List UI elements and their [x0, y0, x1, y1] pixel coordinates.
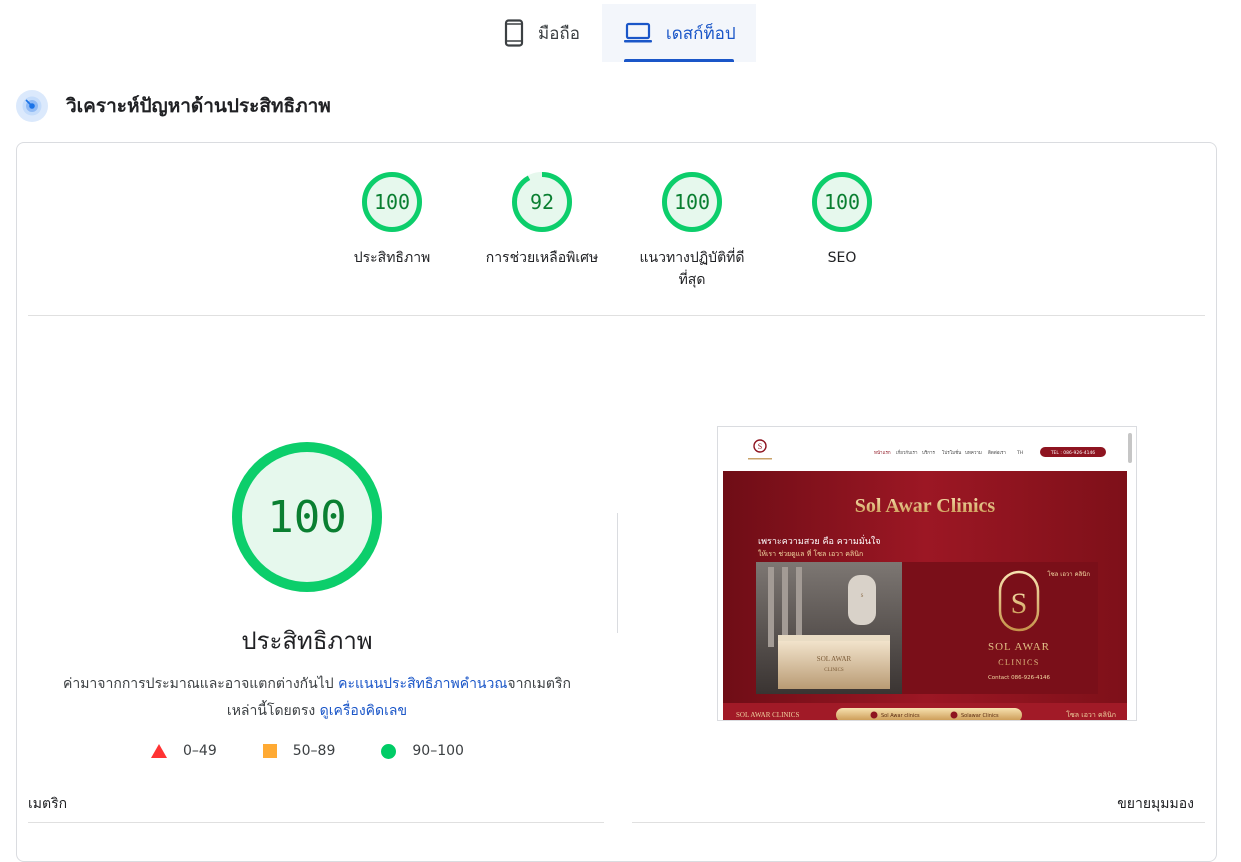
- legend-item-fail: 0–49: [151, 743, 217, 759]
- legend-range: 90–100: [412, 743, 464, 759]
- scrollbar: [1128, 433, 1132, 463]
- site-nav-item: ติดต่อเรา: [988, 450, 1007, 456]
- gauge-score: 100: [824, 190, 860, 214]
- svg-text:S: S: [758, 442, 762, 451]
- legend-range: 0–49: [183, 743, 217, 759]
- category-gauges: 100 ประสิทธิภาพ 92 การช่วยเหลือพิเศษ 100…: [17, 171, 1216, 301]
- score-legend: 0–49 50–89 90–100: [151, 743, 510, 759]
- footer-brand-th: โซล เอวา คลินิก: [1066, 710, 1116, 719]
- gauge-best-practices[interactable]: 100 แนวทางปฏิบัติที่ดีที่สุด: [627, 171, 757, 291]
- clinic-brand: SOL AWAR: [988, 641, 1050, 653]
- svg-text:S: S: [861, 594, 864, 599]
- legend-range: 50–89: [292, 743, 336, 759]
- square-icon: [262, 744, 277, 758]
- gauge-label: แนวทางปฏิบัติที่ดีที่สุด: [639, 250, 745, 288]
- tab-desktop-label: เดสก์ท็อป: [665, 23, 736, 44]
- hero-title: Sol Awar Clinics: [855, 495, 996, 517]
- tab-desktop[interactable]: เดสก์ท็อป: [601, 4, 756, 62]
- footer-facebook: Sol Awar clinics: [881, 713, 920, 719]
- legend-item-pass: 90–100: [381, 743, 464, 759]
- gauge-accessibility[interactable]: 92 การช่วยเหลือพิเศษ: [477, 171, 607, 269]
- metrics-heading: เมตริก: [28, 796, 68, 812]
- score-calculation-link[interactable]: คะแนนประสิทธิภาพคำนวณ: [338, 676, 507, 692]
- performance-gauge: 100: [232, 442, 382, 592]
- desk-brand: SOL AWAR: [817, 655, 852, 663]
- site-nav-item: เกี่ยวกับเรา: [896, 449, 918, 456]
- gauge-label: SEO: [827, 250, 857, 266]
- final-screenshot[interactable]: S หน้าแรก เกี่ยวกับเรา บริการ โปรโมชั่น …: [717, 426, 1137, 721]
- triangle-icon: [151, 744, 167, 758]
- vertical-divider: [617, 513, 618, 633]
- screenshot-image: S หน้าแรก เกี่ยวกับเรา บริการ โปรโมชั่น …: [718, 427, 1136, 720]
- site-nav-item: โปรโมชั่น: [942, 449, 961, 456]
- gauge-score: 92: [530, 190, 554, 214]
- report-card: 100 ประสิทธิภาพ 92 การช่วยเหลือพิเศษ 100…: [16, 142, 1217, 862]
- expand-view-toggle[interactable]: ขยายมุมมอง: [1117, 793, 1194, 815]
- gauge-ring: 100: [362, 172, 422, 232]
- footer-instagram: Solawar Clinics: [961, 713, 999, 719]
- svg-text:S: S: [1011, 587, 1028, 620]
- gauge-performance[interactable]: 100 ประสิทธิภาพ: [327, 171, 457, 269]
- instagram-icon: [950, 711, 958, 719]
- performance-score: 100: [267, 492, 346, 543]
- gauge-label: ประสิทธิภาพ: [353, 250, 431, 266]
- performance-title: ประสิทธิภาพ: [241, 627, 373, 655]
- clinic-brand-th: โซล เอวา คลินิก: [1047, 570, 1090, 578]
- divider: [28, 822, 604, 823]
- gauge-ring: 100: [812, 172, 872, 232]
- divider: [632, 822, 1205, 823]
- desk-brand: CLINICS: [824, 668, 844, 673]
- site-nav-item: TH: [1016, 450, 1023, 456]
- section-title: วิเคราะห์ปัญหาด้านประสิทธิภาพ: [66, 95, 331, 117]
- tab-mobile-label: มือถือ: [538, 23, 580, 44]
- gauge-score: 100: [374, 190, 410, 214]
- gauge-seo[interactable]: 100 SEO: [777, 171, 907, 269]
- site-nav-item: บทความ: [965, 451, 982, 456]
- performance-description: ค่ามาจากการประมาณและอาจแตกต่างกันไป คะแน…: [57, 671, 577, 725]
- smartphone-icon: [504, 19, 524, 47]
- hero-subtagline: ให้เรา ช่วยดูแล ที่ โซล เอวา คลินิก: [758, 549, 863, 558]
- gauge-ring: 100: [662, 172, 722, 232]
- divider: [28, 315, 1205, 316]
- tab-mobile[interactable]: มือถือ: [490, 4, 602, 62]
- footer-brand: SOL AWAR CLINICS: [736, 711, 799, 719]
- section-header: วิเคราะห์ปัญหาด้านประสิทธิภาพ: [16, 90, 331, 122]
- legend-item-average: 50–89: [262, 743, 336, 759]
- clinic-brand: CLINICS: [998, 658, 1040, 667]
- desc-text: ค่ามาจากการประมาณและอาจแตกต่างกันไป: [62, 676, 339, 692]
- calculator-link[interactable]: ดูเครื่องคิดเลข: [320, 703, 407, 719]
- circle-icon: [381, 743, 397, 759]
- site-nav-item: หน้าแรก: [874, 450, 891, 456]
- gauge-ring: 92: [512, 172, 572, 232]
- gauge-label: การช่วยเหลือพิเศษ: [485, 250, 599, 266]
- radar-icon: [16, 90, 48, 122]
- clinic-contact: Contact 086-926-4146: [988, 675, 1051, 681]
- site-nav-item: บริการ: [922, 450, 936, 456]
- site-phone: TEL : 086-926-4146: [1050, 450, 1095, 456]
- gauge-score: 100: [674, 190, 710, 214]
- facebook-icon: [870, 711, 878, 719]
- laptop-icon: [623, 22, 652, 44]
- device-tabs: มือถือ เดสก์ท็อป: [490, 4, 756, 62]
